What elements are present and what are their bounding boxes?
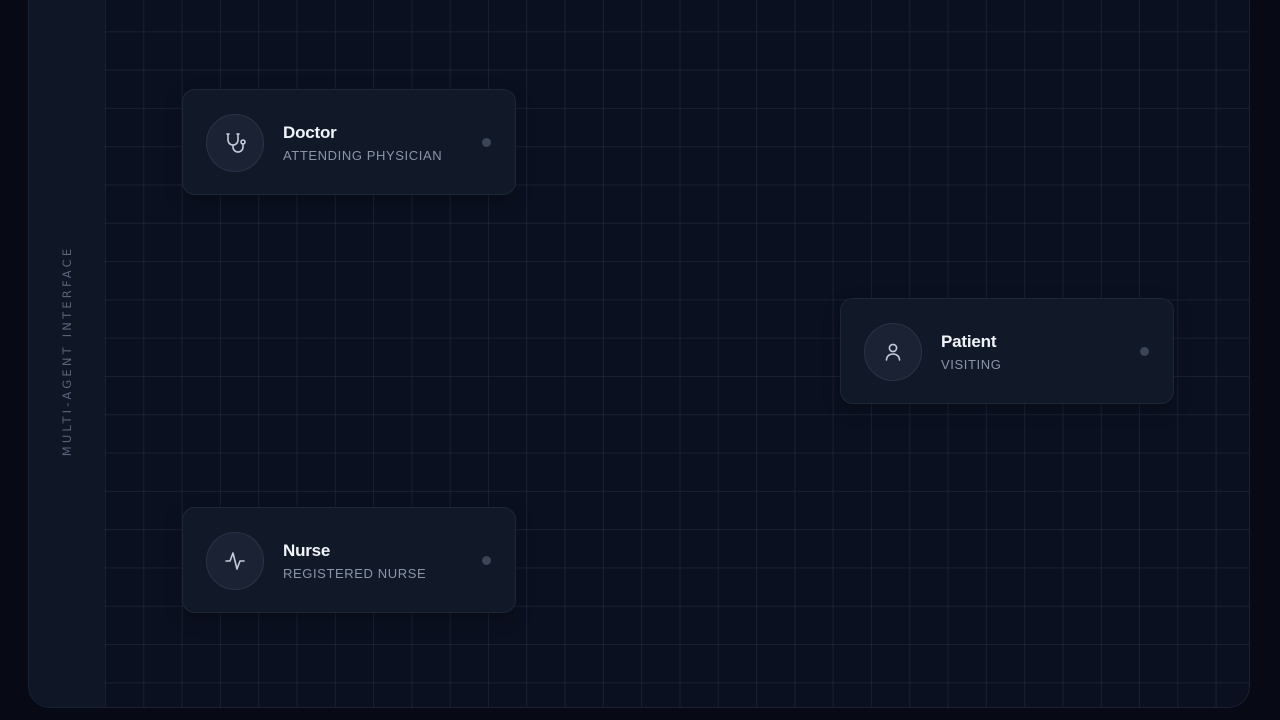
agent-name: Patient [941, 332, 997, 351]
agent-role: REGISTERED NURSE [283, 566, 427, 581]
pulse-icon [225, 552, 245, 570]
stethoscope-icon [226, 133, 246, 153]
status-indicator [482, 556, 491, 565]
agent-name: Doctor [283, 123, 337, 142]
agent-name: Nurse [283, 541, 331, 560]
agent-card-doctor[interactable]: Doctor ATTENDING PHYSICIAN [182, 89, 516, 195]
agent-card-nurse[interactable]: Nurse REGISTERED NURSE [182, 507, 516, 613]
sidebar-title: MULTI-AGENT INTERFACE [60, 245, 74, 457]
status-indicator [482, 138, 491, 147]
status-indicator [1140, 347, 1149, 356]
agent-role: ATTENDING PHYSICIAN [283, 148, 443, 163]
agent-avatar [206, 532, 264, 590]
user-icon [885, 343, 901, 361]
agent-avatar [864, 323, 922, 381]
agent-role: VISITING [941, 357, 1002, 372]
app-frame: MULTI-AGENT INTERFACE Doctor ATTENDING P… [28, 0, 1250, 708]
agent-canvas: Doctor ATTENDING PHYSICIAN Patient VISIT… [105, 0, 1249, 707]
agent-card-patient[interactable]: Patient VISITING [840, 298, 1174, 404]
agent-avatar [206, 114, 264, 172]
sidebar: MULTI-AGENT INTERFACE [29, 0, 106, 707]
